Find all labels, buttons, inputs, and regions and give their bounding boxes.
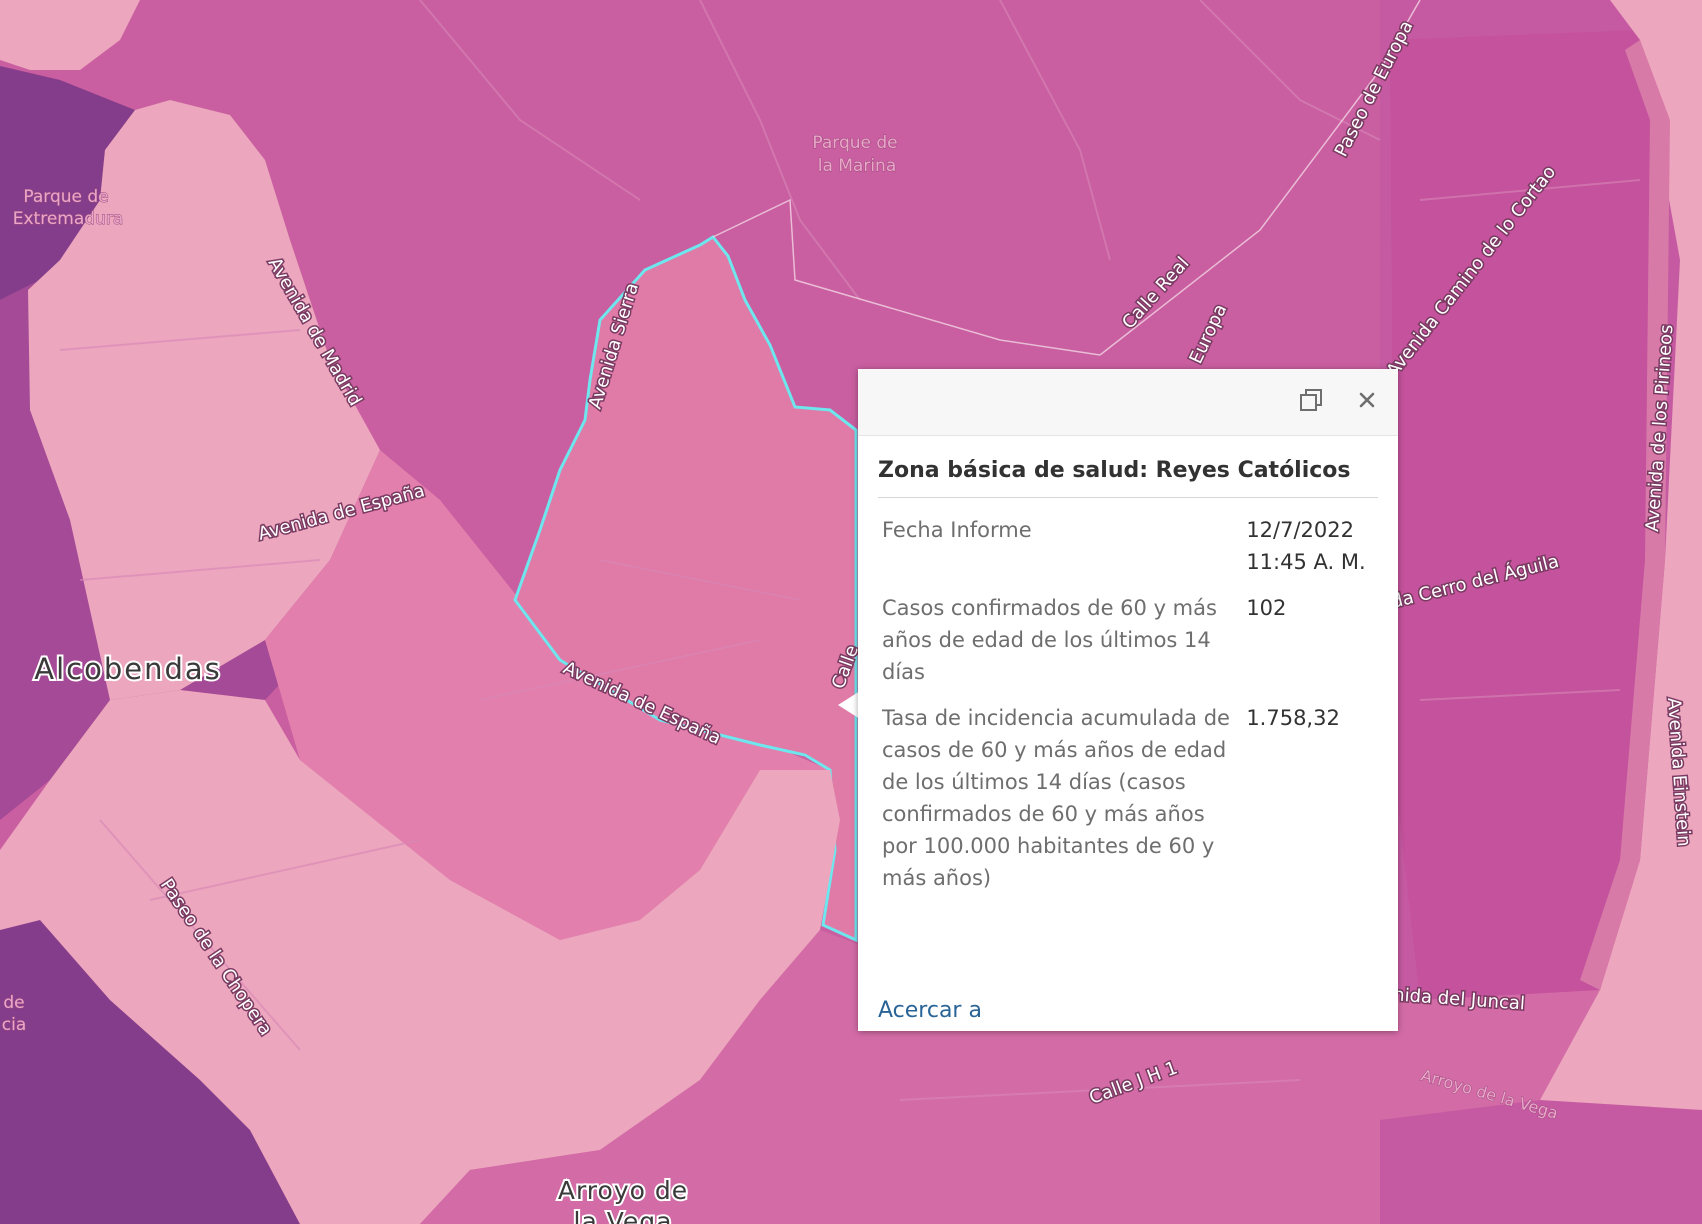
popup-header xyxy=(858,369,1398,436)
attribute-row: Casos confirmados de 60 y más años de ed… xyxy=(878,588,1378,698)
popup-pointer xyxy=(838,691,860,719)
label-parque-marina-2: la Marina xyxy=(818,156,897,176)
info-popup: Zona básica de salud: Reyes Católicos Fe… xyxy=(858,369,1398,1031)
attribute-name: Casos confirmados de 60 y más años de ed… xyxy=(882,596,1217,684)
attribute-table: Fecha Informe 12/7/2022 11:45 A. M. Caso… xyxy=(878,510,1378,904)
popup-title: Zona básica de salud: Reyes Católicos xyxy=(878,436,1378,498)
attribute-name: Fecha Informe xyxy=(882,518,1032,542)
label-cia: cia xyxy=(2,1015,27,1035)
close-button[interactable] xyxy=(1352,387,1382,417)
attribute-name: Tasa de incidencia acumulada de casos de… xyxy=(882,706,1230,890)
label-parque-extremadura-1: Parque de xyxy=(23,187,108,207)
attribute-value: 102 xyxy=(1246,596,1287,620)
label-arroyo-de: Arroyo de xyxy=(558,1176,688,1205)
attribute-row: Fecha Informe 12/7/2022 11:45 A. M. xyxy=(878,510,1378,588)
attribute-value: 1.758,32 xyxy=(1246,706,1340,730)
label-parque-marina-1: Parque de xyxy=(812,133,897,153)
attribute-row: Tasa de incidencia acumulada de casos de… xyxy=(878,698,1378,904)
label-de: de xyxy=(3,993,24,1013)
dock-icon xyxy=(1298,387,1324,417)
close-icon xyxy=(1357,390,1377,414)
label-parque-extremadura-2: Extremadura xyxy=(13,209,124,229)
label-la-vega: la Vega xyxy=(574,1207,673,1224)
label-alcobendas: Alcobendas xyxy=(34,652,222,686)
dock-button[interactable] xyxy=(1296,387,1326,417)
map-canvas[interactable]: Parque de la Marina Parque de Extremadur… xyxy=(0,0,1702,1224)
zoom-to-link[interactable]: Acercar a xyxy=(878,998,982,1023)
attribute-value: 12/7/2022 11:45 A. M. xyxy=(1246,518,1366,574)
